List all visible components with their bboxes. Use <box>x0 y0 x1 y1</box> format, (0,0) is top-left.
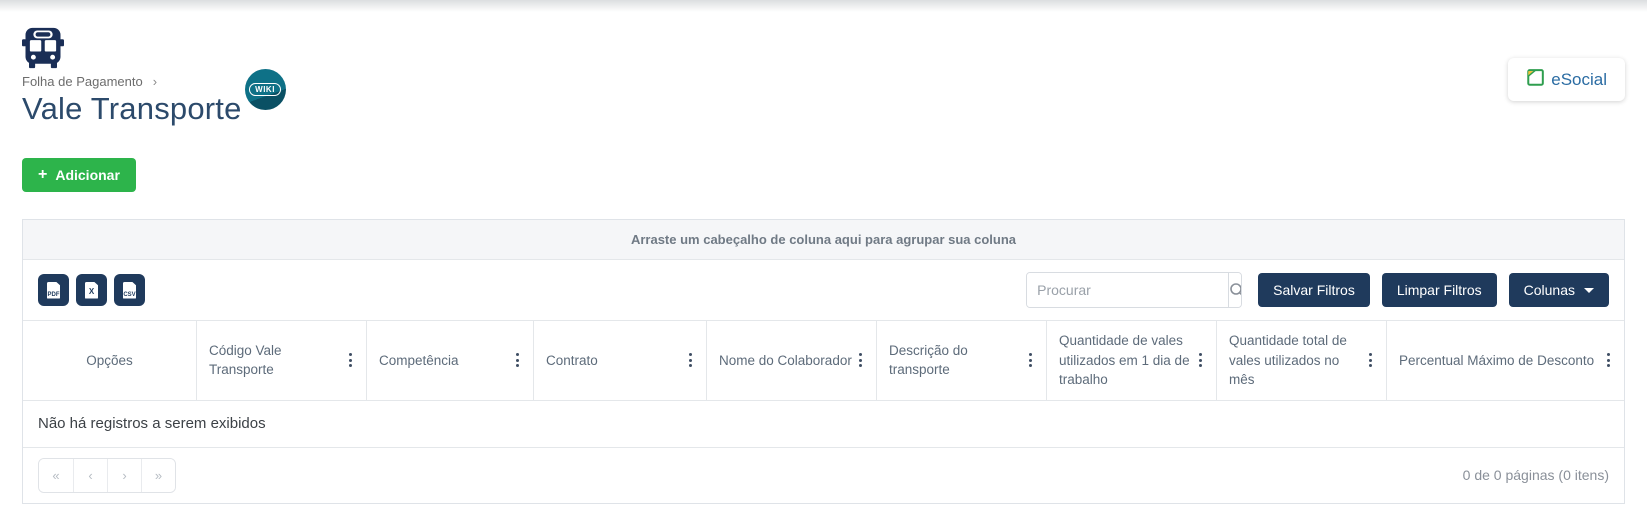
column-menu-icon[interactable] <box>347 349 354 371</box>
export-excel-button[interactable]: X <box>76 274 107 306</box>
column-menu-icon[interactable] <box>1605 349 1612 371</box>
export-pdf-button[interactable]: PDF <box>38 274 69 306</box>
column-header-percentual-maximo-desconto[interactable]: Percentual Máximo de Desconto <box>1386 321 1624 400</box>
columns-dropdown-button[interactable]: Colunas <box>1509 273 1609 307</box>
column-menu-icon[interactable] <box>514 349 521 371</box>
wiki-badge-label: WIKI <box>249 83 281 96</box>
column-header-nome-do-colaborador[interactable]: Nome do Colaborador <box>706 321 876 400</box>
page-summary: 0 de 0 páginas (0 itens) <box>1463 467 1609 483</box>
group-drop-hint: Arraste um cabeçalho de coluna aqui para… <box>631 232 1016 247</box>
pagination: « ‹ › » <box>38 458 176 493</box>
clear-filters-button[interactable]: Limpar Filtros <box>1382 273 1497 307</box>
column-header-codigo-vale-transporte[interactable]: Código Vale Transporte <box>196 321 366 400</box>
export-csv-button[interactable]: CSV <box>114 274 145 306</box>
column-header-qtd-vales-1-dia[interactable]: Quantidade de vales utilizados em 1 dia … <box>1046 321 1216 400</box>
column-header-contrato[interactable]: Contrato <box>533 321 706 400</box>
first-page-button[interactable]: « <box>39 459 73 492</box>
add-button-label: Adicionar <box>55 167 120 183</box>
empty-state-message: Não há registros a serem exibidos <box>23 400 1624 447</box>
bus-icon <box>22 26 64 70</box>
grid-footer: « ‹ › » 0 de 0 páginas (0 itens) <box>23 447 1624 503</box>
column-header-qtd-total-vales-mes[interactable]: Quantidade total de vales utilizados no … <box>1216 321 1386 400</box>
search-icon <box>1229 282 1242 299</box>
esocial-button[interactable]: eSocial <box>1508 58 1625 101</box>
esocial-label: eSocial <box>1551 70 1607 90</box>
vale-transporte-grid: Arraste um cabeçalho de coluna aqui para… <box>22 219 1625 504</box>
esocial-icon <box>1526 67 1546 92</box>
chevron-down-icon <box>1584 288 1594 293</box>
previous-page-button[interactable]: ‹ <box>73 459 107 492</box>
search-submit-button[interactable] <box>1228 273 1242 307</box>
breadcrumb-item-folha-de-pagamento[interactable]: Folha de Pagamento <box>22 74 143 89</box>
excel-file-icon: X <box>85 282 98 299</box>
column-menu-icon[interactable] <box>687 349 694 371</box>
column-menu-icon[interactable] <box>857 349 864 371</box>
grid-toolbar: PDF X CSV Salvar Filtros <box>23 260 1624 320</box>
wiki-badge[interactable]: WIKI <box>245 69 286 110</box>
search-box <box>1026 272 1242 308</box>
pdf-file-icon: PDF <box>47 282 60 299</box>
breadcrumb-separator-icon: › <box>153 74 157 89</box>
column-header-descricao-do-transporte[interactable]: Descrição do transporte <box>876 321 1046 400</box>
plus-icon: + <box>38 167 47 183</box>
page-title: Vale Transporte <box>22 91 242 127</box>
add-button[interactable]: + Adicionar <box>22 158 136 192</box>
search-input[interactable] <box>1027 273 1228 307</box>
column-header-competencia[interactable]: Competência <box>366 321 533 400</box>
column-menu-icon[interactable] <box>1367 349 1374 371</box>
next-page-button[interactable]: › <box>107 459 141 492</box>
csv-file-icon: CSV <box>123 282 136 299</box>
column-menu-icon[interactable] <box>1027 349 1034 371</box>
last-page-button[interactable]: » <box>141 459 175 492</box>
column-header-opcoes[interactable]: Opções <box>23 321 196 400</box>
save-filters-button[interactable]: Salvar Filtros <box>1258 273 1370 307</box>
group-drop-zone[interactable]: Arraste um cabeçalho de coluna aqui para… <box>23 220 1624 260</box>
page-header: Folha de Pagamento › Vale Transporte WIK… <box>0 0 1647 127</box>
column-menu-icon[interactable] <box>1197 349 1204 371</box>
table-header-row: Opções Código Vale Transporte Competênci… <box>23 320 1624 400</box>
